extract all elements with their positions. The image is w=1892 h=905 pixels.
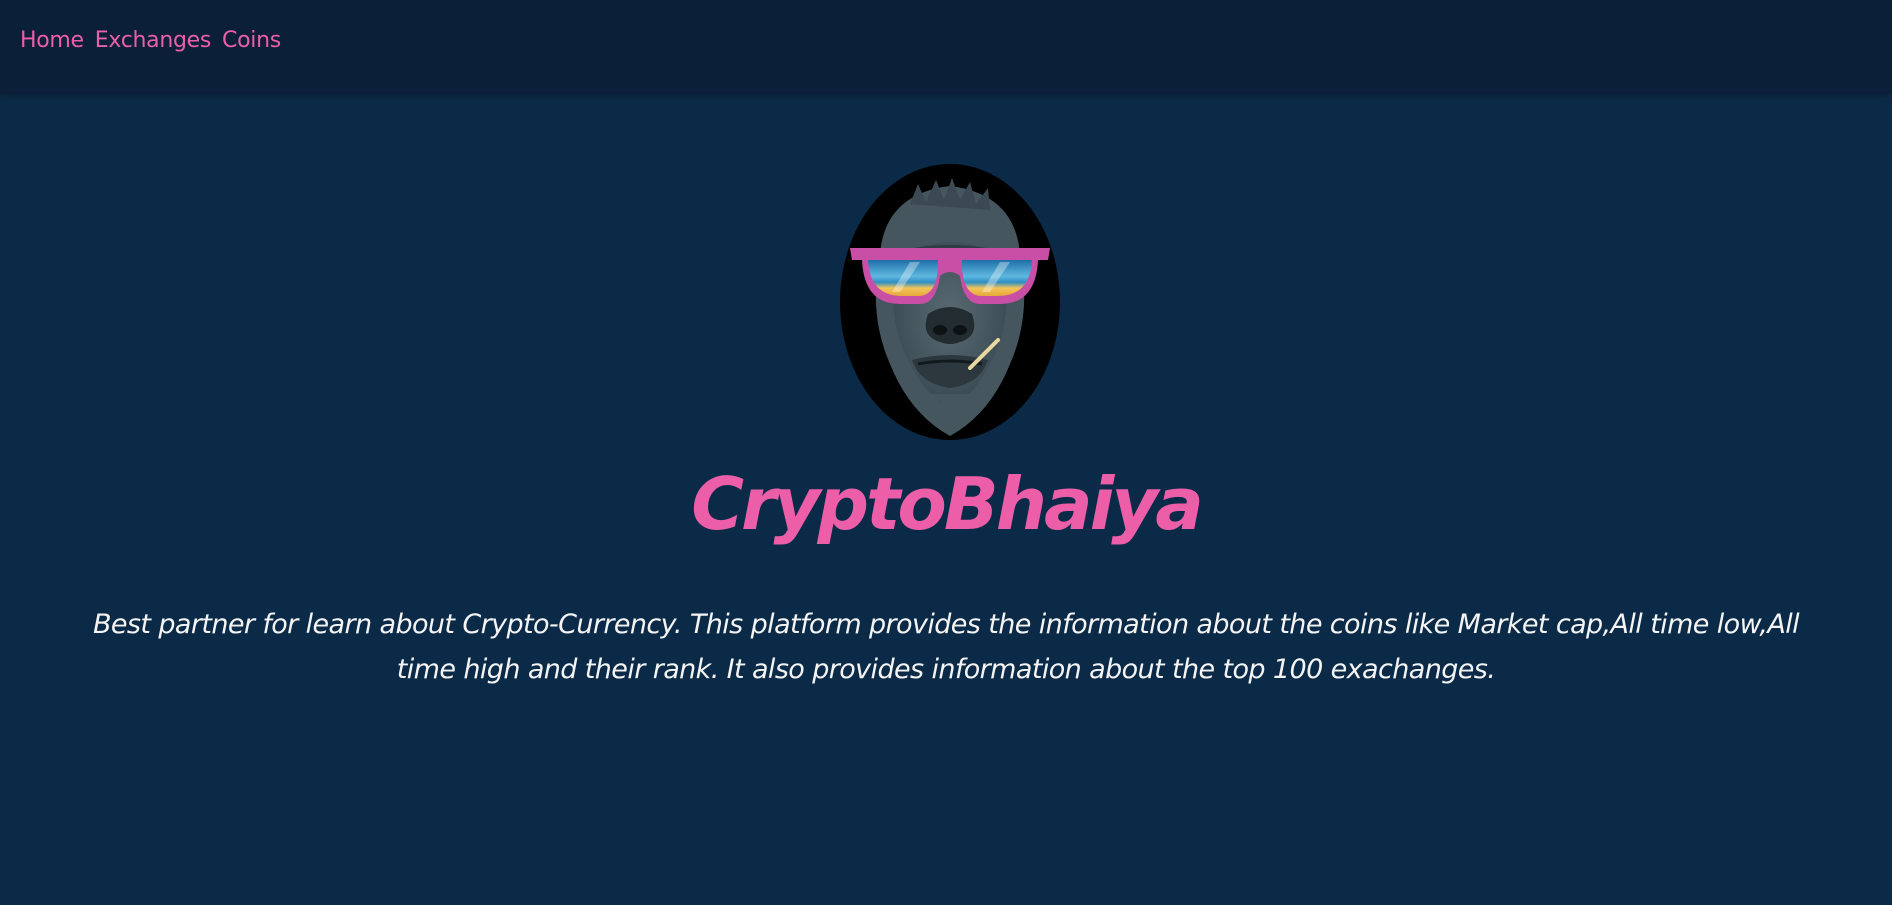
brand-title: CryptoBhaiya <box>691 462 1204 546</box>
nav-link-exchanges[interactable]: Exchanges <box>95 28 212 53</box>
navbar: Home Exchanges Coins <box>0 0 1892 94</box>
hero-section: CryptoBhaiya Best partner for learn abou… <box>0 94 1892 905</box>
nav-link-coins[interactable]: Coins <box>222 28 281 53</box>
gorilla-sunglasses-icon <box>840 164 1060 440</box>
nav-link-home[interactable]: Home <box>20 28 84 53</box>
tagline-text: Best partner for learn about Crypto-Curr… <box>92 609 1800 685</box>
